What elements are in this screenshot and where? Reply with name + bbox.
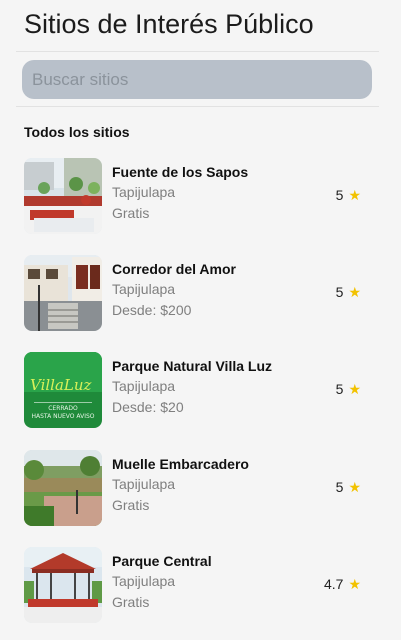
- closed-text: CERRADO: [48, 405, 78, 412]
- site-thumbnail: VillaLuz CERRADO HASTA NUEVO AVISO: [24, 352, 102, 428]
- site-card-muelle-embarcadero[interactable]: Muelle Embarcadero Tapijulapa Gratis 5 ★: [24, 450, 369, 528]
- site-thumbnail: [24, 547, 102, 623]
- rating-value: 5: [335, 381, 344, 397]
- site-name: Fuente de los Sapos: [112, 164, 249, 180]
- site-rating: 5 ★: [336, 284, 361, 300]
- site-thumbnail: [24, 255, 102, 331]
- divider: [16, 51, 379, 52]
- site-price: Gratis: [112, 594, 150, 610]
- site-card-parque-central[interactable]: Parque Central Tapijulapa Gratis 4.7 ★: [24, 547, 369, 625]
- star-icon: ★: [348, 284, 361, 300]
- site-rating: 5 ★: [336, 381, 361, 397]
- search-input[interactable]: [22, 60, 372, 99]
- site-name: Muelle Embarcadero: [112, 456, 249, 472]
- star-icon: ★: [348, 576, 361, 592]
- site-name: Corredor del Amor: [112, 261, 236, 277]
- rating-value: 5: [335, 284, 344, 300]
- site-location: Tapijulapa: [112, 378, 176, 394]
- star-icon: ★: [348, 381, 361, 397]
- search-bar[interactable]: [22, 60, 372, 99]
- rating-value: 5: [335, 479, 344, 495]
- notice-text: HASTA NUEVO AVISO: [31, 413, 94, 420]
- star-icon: ★: [348, 479, 361, 495]
- site-price: Desde: $200: [112, 302, 192, 318]
- site-card-corredor-del-amor[interactable]: Corredor del Amor Tapijulapa Desde: $200…: [24, 255, 369, 333]
- section-title: Todos los sitios: [24, 124, 130, 140]
- villa-luz-logo: VillaLuz: [30, 376, 92, 394]
- site-rating: 4.7 ★: [324, 576, 361, 592]
- site-card-fuente-de-los-sapos[interactable]: Fuente de los Sapos Tapijulapa Gratis 5 …: [24, 158, 369, 236]
- site-name: Parque Central: [112, 553, 212, 569]
- site-rating: 5 ★: [336, 479, 361, 495]
- site-location: Tapijulapa: [112, 573, 176, 589]
- site-price: Desde: $20: [112, 399, 184, 415]
- site-thumbnail: [24, 158, 102, 234]
- page-title: Sitios de Interés Público: [24, 9, 314, 39]
- site-price: Gratis: [112, 497, 150, 513]
- site-price: Gratis: [112, 205, 150, 221]
- rating-value: 4.7: [323, 576, 344, 592]
- site-location: Tapijulapa: [112, 476, 176, 492]
- site-name: Parque Natural Villa Luz: [112, 358, 273, 374]
- rating-value: 5: [335, 187, 344, 203]
- star-icon: ★: [348, 187, 361, 203]
- divider: [16, 106, 379, 107]
- site-location: Tapijulapa: [112, 281, 176, 297]
- site-card-parque-natural-villa-luz[interactable]: VillaLuz CERRADO HASTA NUEVO AVISO Parqu…: [24, 352, 369, 430]
- site-rating: 5 ★: [336, 187, 361, 203]
- site-location: Tapijulapa: [112, 184, 176, 200]
- site-thumbnail: [24, 450, 102, 526]
